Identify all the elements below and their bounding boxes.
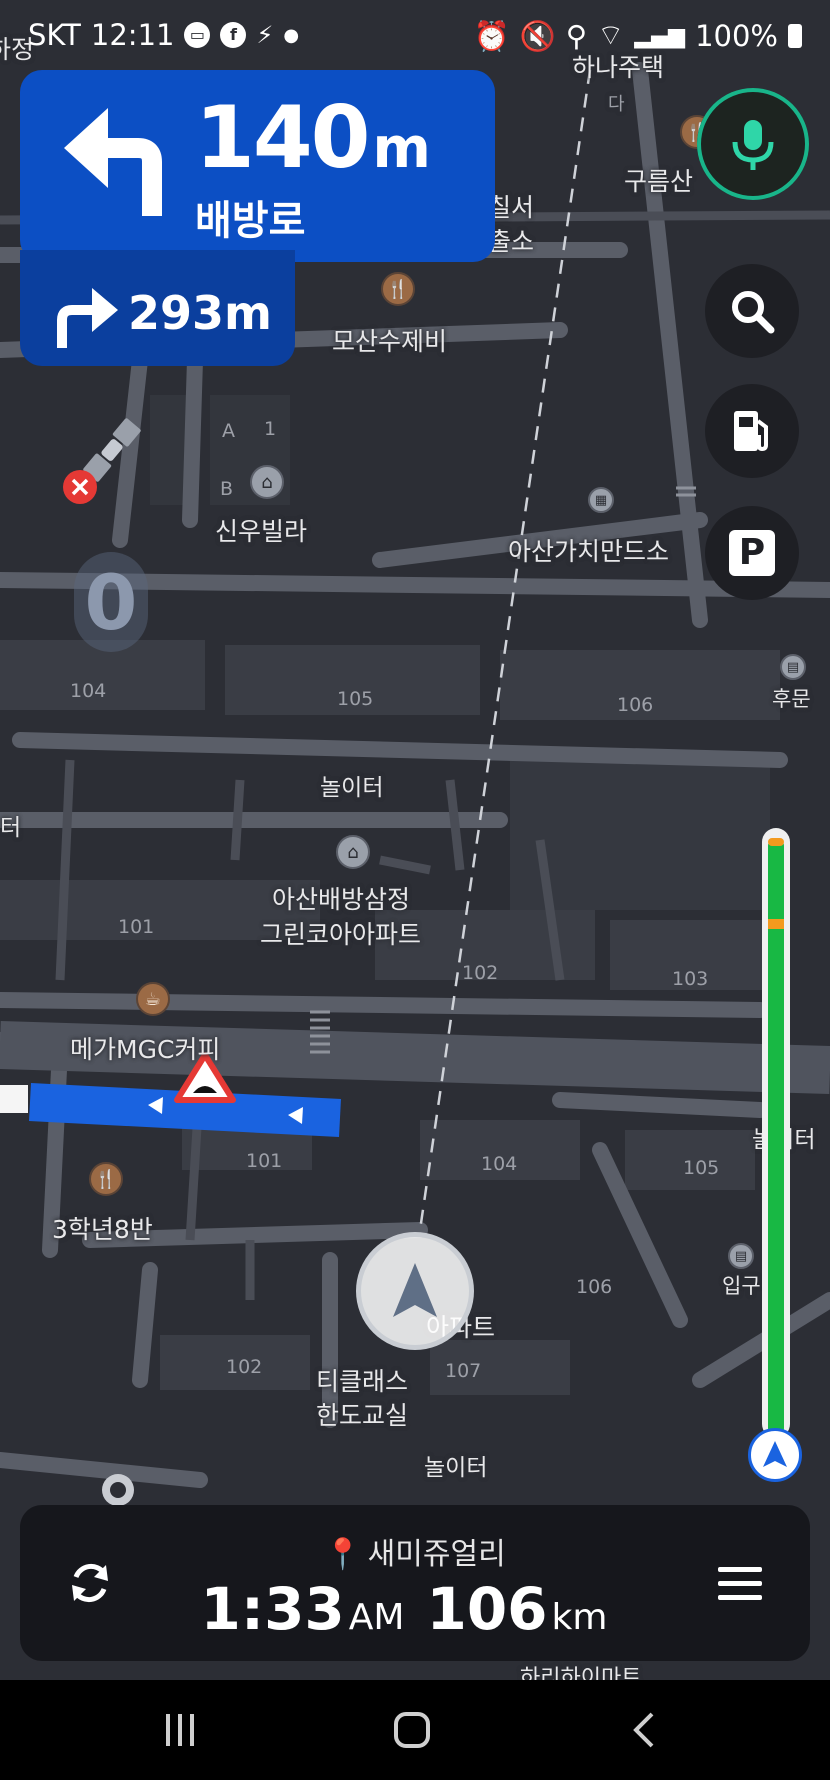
turn-road-name: 배방로 [195, 198, 306, 244]
map-label: 메가MGC커피 [70, 1035, 221, 1064]
mic-icon [732, 120, 774, 170]
map-label: 구름산 [624, 167, 694, 196]
carrier-label: SKT [28, 18, 81, 52]
status-time: 12:11 [90, 18, 175, 52]
next-turn-banner[interactable]: 293m [20, 250, 295, 366]
map-label: 3학년8반 [52, 1215, 153, 1244]
map-label: 모산수제비 [332, 327, 448, 356]
next-turn-distance: 293m [128, 286, 272, 340]
building-number: 105 [337, 688, 374, 710]
wifi-icon: ⌔ [597, 18, 625, 52]
map-label: 놀이터 [320, 775, 384, 801]
traffic-slow-segment [768, 919, 784, 929]
map-label: 터 [0, 815, 22, 841]
back-icon[interactable] [614, 1710, 674, 1750]
battery-icon [788, 24, 802, 48]
building-number: A [222, 420, 235, 442]
traffic-slow-segment [768, 838, 784, 846]
building-number: 105 [683, 1157, 720, 1179]
location-icon: ⚲ [565, 19, 588, 53]
map-label: 다 [608, 94, 625, 115]
office-icon[interactable]: ▦ [588, 487, 614, 513]
turn-guidance-banner[interactable]: 140m 배방로 [20, 70, 495, 262]
alarm-icon: ⏰ [473, 18, 510, 53]
restaurant-icon[interactable]: 🍴 [381, 272, 415, 306]
fuel-button[interactable] [705, 384, 799, 478]
building-number: 106 [576, 1276, 613, 1298]
building-number: 101 [118, 916, 155, 938]
recent-apps-icon[interactable] [150, 1710, 210, 1750]
building-number: B [220, 478, 234, 500]
system-nav-bar [0, 1680, 830, 1780]
map-label: 티클래스 [316, 1367, 409, 1396]
building-number: 107 [445, 1360, 482, 1382]
parking-icon: P [729, 530, 775, 576]
parking-button[interactable]: P [705, 506, 799, 600]
home-icon[interactable] [382, 1710, 442, 1750]
facebook-icon: f [220, 22, 247, 48]
building-number: 1 [264, 418, 277, 440]
destination-name: 📍 새미쥬얼리 [324, 1537, 506, 1572]
map-label: 한도교실 [316, 1401, 409, 1430]
turn-left-icon [64, 108, 162, 216]
remaining-distance: 106 [426, 1575, 548, 1643]
search-icon [732, 291, 775, 334]
search-button[interactable] [705, 264, 799, 358]
eta-row: 1:33 AM 106 km [20, 1575, 810, 1643]
eta-ampm: AM [348, 1597, 405, 1638]
cafe-icon[interactable]: ☕ [136, 982, 170, 1016]
fuel-icon [734, 411, 768, 452]
current-speed: 0 [74, 552, 148, 652]
battery-level: 100% [695, 19, 778, 53]
map-label: 후문 [772, 687, 811, 711]
building-number: 102 [226, 1356, 263, 1378]
status-bar: SKT 12:11 ▭ f ⚡ ● ⏰ 🔇 ⚲ ⌔ ▂▄▆ 100% [0, 0, 830, 70]
menu-icon[interactable] [712, 1555, 768, 1611]
mute-icon: 🔇 [519, 18, 556, 53]
signal-icon: ▂▄▆ [634, 23, 686, 49]
dot-icon: ● [283, 24, 300, 46]
map-label: 그린코아아파트 [260, 920, 422, 949]
pin-icon: 📍 [324, 1537, 362, 1572]
current-location-icon [356, 1232, 474, 1350]
car-icon: ▭ [184, 22, 211, 48]
eta-time: 1:33 [200, 1575, 345, 1643]
building-number: 102 [462, 962, 499, 984]
progress-position-icon [748, 1428, 802, 1482]
building-icon[interactable]: ⌂ [250, 465, 284, 499]
turn-distance: 140m [195, 88, 431, 188]
app-icon: ⚡ [256, 21, 274, 49]
building-number: 104 [70, 680, 107, 702]
restaurant-icon[interactable]: 🍴 [89, 1162, 123, 1196]
building-number: 106 [617, 694, 654, 716]
map-label: 놀이터 [424, 1455, 488, 1481]
building-number: 101 [246, 1150, 283, 1172]
map-label: 아산배방삼정 [272, 885, 411, 914]
map-label: 신우빌라 [215, 517, 308, 546]
distance-unit: km [551, 1597, 608, 1638]
map-label: 아산가치만드소 [508, 537, 670, 566]
building-number: 104 [481, 1153, 518, 1175]
gate-icon[interactable]: ▤ [728, 1243, 754, 1269]
map-label: 입구 [722, 1274, 761, 1298]
turn-right-icon [57, 288, 118, 348]
voice-button[interactable] [697, 88, 809, 200]
apartment-icon[interactable]: ⌂ [336, 835, 370, 869]
gate-icon[interactable]: ▤ [780, 654, 806, 680]
building-number: 103 [672, 968, 709, 990]
trip-summary-panel[interactable]: 📍 새미쥬얼리 1:33 AM 106 km [20, 1505, 810, 1661]
